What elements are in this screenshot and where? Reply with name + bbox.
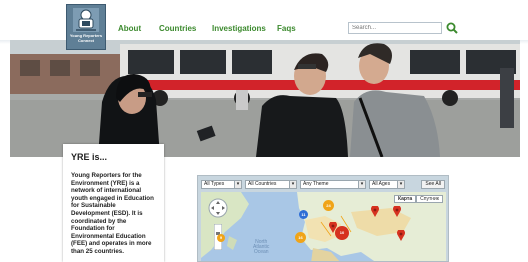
- filter-theme-value: Any Theme: [303, 181, 329, 187]
- map-pin-icon[interactable]: [371, 206, 379, 217]
- map-pin-icon[interactable]: [393, 206, 401, 217]
- map-widget: All Types ▾ All Countries ▾ Any Theme ▾ …: [197, 175, 449, 262]
- filter-country-select[interactable]: All Countries ▾: [245, 180, 297, 189]
- map-pin-icon[interactable]: [397, 230, 405, 241]
- map-cluster-marker[interactable]: 24: [323, 200, 334, 211]
- reporter-logo-icon: [73, 8, 99, 32]
- ocean-label: North Atlantic Ocean: [253, 240, 269, 255]
- logo-text: Young Reporters Connect: [70, 33, 102, 43]
- map-cluster-marker[interactable]: 10: [335, 226, 349, 240]
- site-logo[interactable]: Young Reporters Connect: [66, 4, 106, 50]
- hero-photo: [10, 40, 520, 157]
- info-title: YRE is...: [71, 152, 108, 162]
- chevron-down-icon: ▾: [289, 181, 296, 188]
- search-icon[interactable]: [446, 22, 458, 34]
- map-cluster-marker[interactable]: 16: [295, 232, 306, 243]
- site-header: Young Reporters Connect About Countries …: [0, 0, 528, 50]
- chevron-down-icon: ▾: [358, 181, 365, 188]
- map-type-satellite-button[interactable]: Спутник: [416, 195, 443, 203]
- filter-age-value: All Ages: [372, 181, 391, 187]
- map-type-buttons: Карта Спутник: [394, 195, 443, 203]
- ocean-label-line3: Ocean: [253, 249, 269, 255]
- map-pin-icon[interactable]: [329, 222, 337, 233]
- about-info-box: YRE is... Young Reporters for the Enviro…: [63, 144, 164, 262]
- filter-type-value: All Types: [204, 181, 225, 187]
- map-type-map-button[interactable]: Карта: [394, 195, 417, 203]
- nav-investigations[interactable]: Investigations: [212, 24, 266, 33]
- info-body: Young Reporters for the Environment (YRE…: [71, 172, 154, 255]
- nav-countries[interactable]: Countries: [159, 24, 196, 33]
- search-input[interactable]: [348, 22, 442, 34]
- map-canvas[interactable]: Карта Спутник North Atlantic Ocean 11 24…: [201, 192, 446, 261]
- filter-theme-select[interactable]: Any Theme ▾: [300, 180, 366, 189]
- map-cluster-marker[interactable]: 11: [299, 210, 308, 219]
- nav-about[interactable]: About: [118, 24, 141, 33]
- filter-type-select[interactable]: All Types ▾: [201, 180, 242, 189]
- logo-text-line2: Connect: [78, 38, 94, 43]
- chevron-down-icon: ▾: [234, 181, 241, 188]
- map-cluster-marker[interactable]: 9: [217, 234, 225, 242]
- see-all-button[interactable]: See All: [421, 180, 445, 189]
- map-pan-control[interactable]: [208, 198, 228, 218]
- hero-photo-illustration: [10, 40, 520, 157]
- nav-faqs[interactable]: Faqs: [277, 24, 296, 33]
- filter-age-select[interactable]: All Ages ▾: [369, 180, 405, 189]
- filter-country-value: All Countries: [248, 181, 277, 187]
- chevron-down-icon: ▾: [397, 181, 404, 188]
